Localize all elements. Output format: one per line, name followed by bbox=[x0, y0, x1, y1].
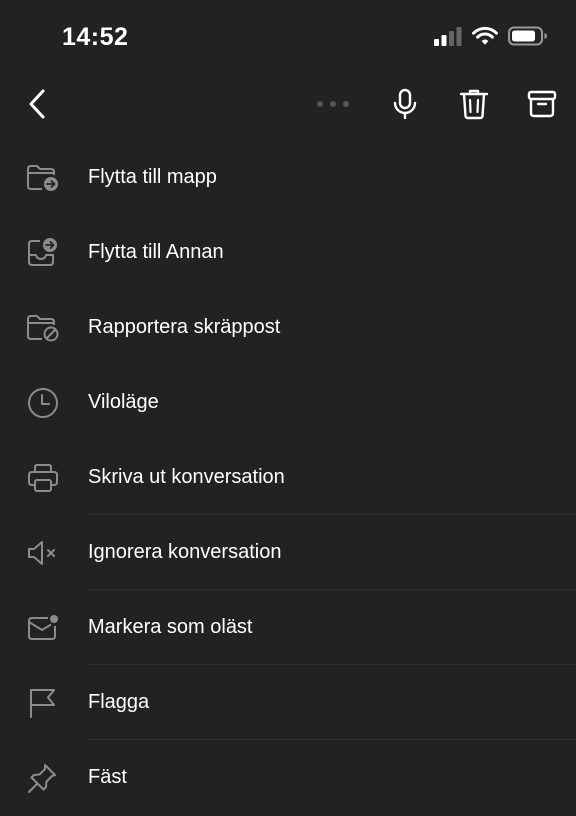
wifi-icon bbox=[472, 26, 498, 46]
delete-button[interactable] bbox=[454, 84, 494, 124]
menu-item-label: Ignorera konversation bbox=[88, 541, 282, 563]
toolbar bbox=[0, 76, 576, 132]
pin-icon bbox=[25, 760, 61, 796]
menu-item-ignore-conversation[interactable]: Ignorera konversation bbox=[0, 515, 576, 590]
printer-icon bbox=[25, 460, 61, 496]
back-button[interactable] bbox=[18, 84, 58, 124]
flag-icon bbox=[25, 685, 61, 721]
menu-item-pin[interactable]: Fäst bbox=[0, 740, 576, 815]
status-bar: 14:52 bbox=[0, 0, 576, 76]
microphone-icon bbox=[392, 88, 418, 120]
screen: 14:52 Flytta till mapp Flytta till Annan… bbox=[0, 0, 576, 816]
microphone-button[interactable] bbox=[385, 84, 425, 124]
menu-item-move-to-other[interactable]: Flytta till Annan bbox=[0, 215, 576, 290]
battery-icon bbox=[508, 26, 548, 46]
folder-move-icon bbox=[25, 160, 61, 196]
menu-item-label: Viloläge bbox=[88, 391, 159, 413]
action-menu: Flytta till mapp Flytta till Annan Rappo… bbox=[0, 140, 576, 815]
menu-item-label: Rapportera skräppost bbox=[88, 316, 281, 338]
clock-icon bbox=[25, 385, 61, 421]
back-chevron-icon bbox=[26, 88, 50, 120]
menu-item-label: Fäst bbox=[88, 766, 127, 788]
status-time: 14:52 bbox=[62, 23, 129, 51]
archive-button[interactable] bbox=[522, 84, 562, 124]
menu-item-label: Flagga bbox=[88, 691, 150, 713]
speaker-mute-icon bbox=[25, 535, 61, 571]
menu-item-report-junk[interactable]: Rapportera skräppost bbox=[0, 290, 576, 365]
folder-block-icon bbox=[25, 310, 61, 346]
menu-item-label: Flytta till Annan bbox=[88, 241, 224, 263]
menu-item-mark-unread[interactable]: Markera som oläst bbox=[0, 590, 576, 665]
menu-item-print-conversation[interactable]: Skriva ut konversation bbox=[0, 440, 576, 515]
menu-item-snooze[interactable]: Viloläge bbox=[0, 365, 576, 440]
menu-item-move-to-folder[interactable]: Flytta till mapp bbox=[0, 140, 576, 215]
menu-item-label: Skriva ut konversation bbox=[88, 466, 285, 488]
menu-item-label: Markera som oläst bbox=[88, 616, 253, 638]
mail-unread-icon bbox=[25, 610, 61, 646]
cellular-signal-icon bbox=[434, 26, 462, 46]
inbox-move-icon bbox=[25, 235, 61, 271]
drag-handle[interactable] bbox=[312, 84, 354, 124]
trash-icon bbox=[459, 88, 489, 120]
archive-icon bbox=[527, 89, 557, 119]
menu-item-flag[interactable]: Flagga bbox=[0, 665, 576, 740]
menu-item-label: Flytta till mapp bbox=[88, 166, 217, 188]
status-icons bbox=[434, 26, 548, 46]
more-dots-icon bbox=[316, 100, 350, 108]
